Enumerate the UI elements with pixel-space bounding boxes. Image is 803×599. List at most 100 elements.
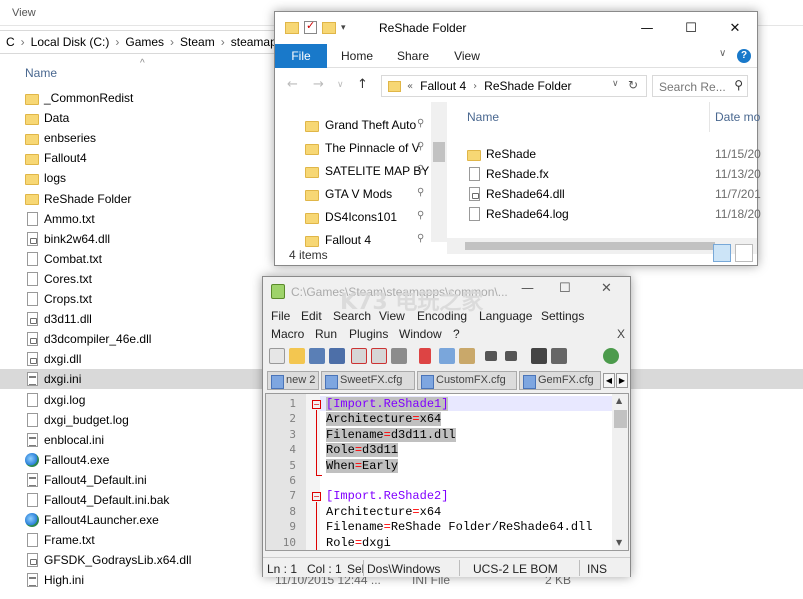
save-all-icon[interactable] (329, 348, 345, 364)
close-document-button[interactable]: X (617, 327, 625, 341)
code-area[interactable]: − [Import.ReShade1] Architecture=x64 Filena… (266, 394, 612, 550)
folder-icon (25, 173, 39, 185)
close-button[interactable]: ✕ (601, 281, 612, 296)
search-input[interactable]: Search Re... ⚲ (652, 75, 748, 97)
code-editor[interactable]: 1 2 3 4 5 6 7 8 9 10 − [Import.ReShade1] Architectu… (265, 393, 629, 551)
breadcrumb-root[interactable]: C (6, 35, 15, 49)
fold-toggle-icon[interactable]: − (312, 400, 321, 409)
scroll-down-icon[interactable]: ▼ (616, 538, 622, 547)
properties-icon[interactable] (304, 19, 317, 34)
customize-dropdown-icon[interactable]: ▾ (341, 23, 346, 33)
cut-icon[interactable] (419, 348, 431, 364)
help-icon[interactable]: ? (737, 49, 751, 63)
breadcrumb-steamapps[interactable]: steamapps (231, 35, 279, 49)
explorer-titlebar[interactable]: ▾ ReShade Folder — ☐ ✕ (275, 12, 757, 44)
file-row[interactable]: ReShade64.log 11/18/20 (467, 204, 761, 224)
menu-language[interactable]: Language (479, 309, 532, 323)
zoom-icon[interactable] (603, 348, 619, 364)
nav-item-label: GTA V Mods (325, 187, 393, 201)
menu-help[interactable]: ? (453, 327, 460, 341)
column-name-label[interactable]: Name (25, 66, 57, 80)
menu-window[interactable]: Window (399, 327, 442, 341)
address-overflow[interactable]: « (407, 81, 413, 92)
menu-settings[interactable]: Settings (541, 309, 584, 323)
menu-plugins[interactable]: Plugins (349, 327, 388, 341)
tab-sweetfx-cfg[interactable]: SweetFX.cfg (321, 371, 415, 390)
save-icon[interactable] (309, 348, 325, 364)
nav-item[interactable]: DS4Icons101 (305, 206, 435, 228)
maximize-button[interactable]: ☐ (669, 12, 713, 44)
large-icons-view-icon[interactable] (735, 244, 753, 262)
breadcrumb-steam[interactable]: Steam (180, 35, 215, 49)
file-row[interactable]: ReShade64.dll 11/7/201 (467, 184, 761, 204)
new-folder-icon[interactable] (322, 21, 336, 34)
copy-icon[interactable] (439, 348, 455, 364)
scroll-up-icon[interactable]: ▲ (616, 396, 622, 405)
tab-gemfx-cfg[interactable]: GemFX.cfg (519, 371, 601, 390)
breadcrumb-games[interactable]: Games (125, 35, 164, 49)
navigation-scrollbar[interactable] (431, 102, 447, 242)
nav-item[interactable]: SATELITE MAP BY (305, 160, 435, 182)
minimize-button[interactable]: — (521, 281, 534, 296)
ribbon-tab-view[interactable]: View (12, 7, 36, 19)
redo-icon[interactable] (505, 351, 517, 361)
close-button[interactable]: ✕ (713, 12, 757, 44)
open-file-icon[interactable] (289, 348, 305, 364)
address-dropdown-icon[interactable]: ∨ (612, 79, 619, 89)
pin-icon[interactable]: ⚲ (417, 233, 424, 244)
column-name-header[interactable]: Name (467, 110, 499, 124)
up-arrow-icon[interactable]: ↑ (357, 77, 368, 92)
expand-ribbon-icon[interactable]: ∨ (719, 48, 726, 59)
nav-item[interactable]: GTA V Mods (305, 183, 435, 205)
tab-share[interactable]: Share (393, 44, 433, 68)
tab-customfx-cfg[interactable]: CustomFX.cfg (417, 371, 517, 390)
forward-arrow-icon[interactable]: → (313, 77, 324, 92)
pin-icon[interactable]: ⚲ (417, 141, 424, 152)
menu-file[interactable]: File (271, 309, 290, 323)
breadcrumb-fallout4[interactable]: Fallout 4 (420, 79, 466, 93)
address-bar[interactable]: « Fallout 4 › ReShade Folder ∨ ↻ (381, 75, 647, 97)
pin-icon[interactable]: ⚲ (417, 210, 424, 221)
tab-scroll-left-icon[interactable]: ◀ (603, 373, 615, 388)
vertical-scroll-thumb[interactable] (614, 410, 627, 428)
refresh-icon[interactable]: ↻ (628, 78, 638, 92)
close-file-icon[interactable] (351, 348, 367, 364)
maximize-button[interactable]: ☐ (559, 281, 571, 296)
details-view-icon[interactable] (713, 244, 731, 262)
breadcrumb-reshade-folder[interactable]: ReShade Folder (484, 79, 571, 93)
tab-scroll-right-icon[interactable]: ▶ (616, 373, 628, 388)
back-arrow-icon[interactable]: ← (287, 77, 298, 92)
new-file-icon[interactable] (269, 348, 285, 364)
undo-icon[interactable] (485, 351, 497, 361)
menu-run[interactable]: Run (315, 327, 337, 341)
tab-home[interactable]: Home (337, 44, 377, 68)
background-address-bar[interactable]: C › Local Disk (C:) › Games › Steam › steama… (0, 30, 280, 54)
recent-locations-icon[interactable]: ∨ (337, 80, 344, 90)
print-icon[interactable] (391, 348, 407, 364)
find-icon[interactable] (531, 348, 547, 364)
column-date-header[interactable]: Date mo (715, 110, 760, 124)
tab-file[interactable]: File (275, 44, 327, 68)
navigation-scroll-thumb[interactable] (433, 142, 445, 162)
pin-icon[interactable]: ⚲ (417, 164, 424, 175)
fold-toggle-icon[interactable]: − (312, 492, 321, 502)
nav-item[interactable]: The Pinnacle of V (305, 137, 435, 159)
menu-macro[interactable]: Macro (271, 327, 304, 341)
horizontal-scroll-thumb[interactable] (465, 242, 715, 250)
tab-view[interactable]: View (447, 44, 487, 68)
close-all-icon[interactable] (371, 348, 387, 364)
file-row[interactable]: ReShade.fx 11/13/20 (467, 164, 761, 184)
column-separator[interactable] (709, 102, 710, 132)
replace-icon[interactable] (551, 348, 567, 364)
pin-icon[interactable]: ⚲ (417, 187, 424, 198)
column-header[interactable]: ^ Name (0, 58, 280, 84)
file-row[interactable]: ReShade 11/15/20 (467, 144, 761, 164)
menu-edit[interactable]: Edit (301, 309, 322, 323)
tab-new-2[interactable]: new 2 (267, 371, 319, 390)
paste-icon[interactable] (459, 348, 475, 364)
file-name: ReShade (486, 147, 537, 161)
nav-item[interactable]: Grand Theft Auto (305, 114, 435, 136)
minimize-button[interactable]: — (625, 12, 669, 44)
pin-icon[interactable]: ⚲ (417, 118, 424, 129)
breadcrumb-local-disk[interactable]: Local Disk (C:) (31, 35, 110, 49)
